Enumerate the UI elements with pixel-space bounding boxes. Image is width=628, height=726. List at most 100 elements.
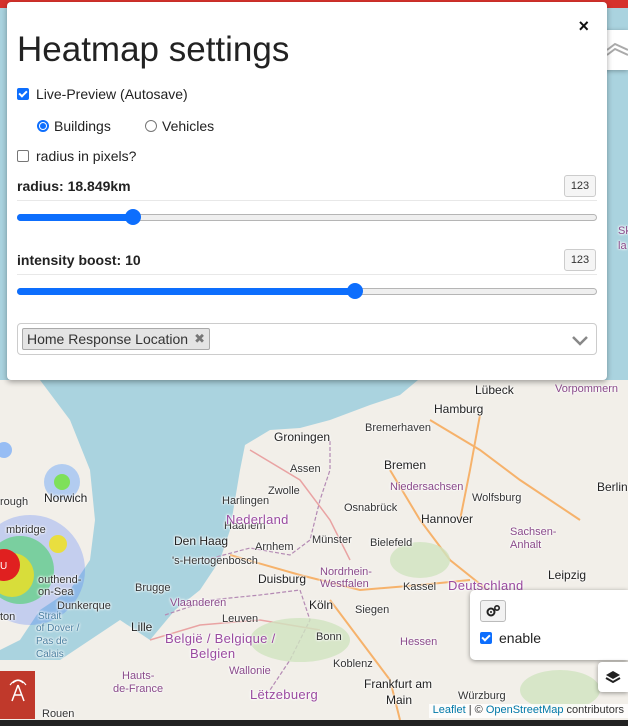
leaflet-link[interactable]: Leaflet	[433, 704, 466, 716]
map-label: Groningen	[274, 430, 331, 444]
layers-button[interactable]	[598, 662, 628, 692]
map-label: Assen	[290, 463, 321, 475]
map-label: Nederland	[226, 512, 289, 527]
radius-pixels-checkbox[interactable]	[17, 150, 29, 162]
live-preview-label: Live-Preview (Autosave)	[36, 86, 188, 102]
map-label: Leuven	[222, 613, 259, 625]
map-label: Frankfurt am	[364, 677, 433, 691]
intensity-label: intensity boost: 10	[17, 252, 141, 268]
attribution-suffix: contributors	[563, 704, 624, 716]
map-label: Kassel	[403, 581, 437, 593]
map-label: Skå	[618, 225, 628, 237]
map-label: 's-Hertogenbosch	[172, 555, 258, 567]
map-label: Köln	[309, 598, 334, 612]
map-label: Anhalt	[510, 539, 542, 551]
map-label: Siegen	[355, 604, 390, 616]
slider-fill	[17, 214, 133, 221]
tag-label: Home Response Location	[27, 331, 189, 347]
fire-station-logo[interactable]	[0, 671, 35, 719]
map-label: Strait	[38, 611, 62, 622]
map-label: la	[618, 240, 627, 252]
vehicles-radio[interactable]	[145, 120, 157, 132]
map-label: Den Haag	[174, 534, 229, 548]
map-label: Arnhem	[255, 541, 294, 553]
map-label: Duisburg	[258, 572, 307, 586]
map-label: België / Belgique /	[165, 631, 276, 646]
live-preview-row[interactable]: Live-Preview (Autosave)	[17, 86, 188, 102]
close-button[interactable]: ×	[578, 17, 589, 35]
map-label: Hannover	[421, 512, 474, 526]
radius-slider[interactable]	[17, 209, 597, 225]
map-attribution: Leaflet | © OpenStreetMap contributors	[428, 704, 628, 718]
enable-row[interactable]: enable	[480, 630, 541, 646]
map-label: Bielefeld	[370, 537, 413, 549]
map-label: Westfalen	[320, 578, 369, 590]
radius-pixels-label: radius in pixels?	[36, 148, 137, 164]
map-label: Belgien	[190, 646, 236, 661]
slider-thumb[interactable]	[125, 209, 141, 225]
source-option-vehicles[interactable]: Vehicles	[145, 118, 214, 134]
source-option-buildings[interactable]: Buildings	[37, 118, 111, 134]
map-label: mbridge	[6, 524, 46, 536]
map-label: ton	[0, 611, 16, 623]
map-label: Sachsen-	[510, 526, 557, 538]
map-label: Pas de	[36, 636, 68, 647]
map-label: Wolfsburg	[472, 492, 522, 504]
vehicles-label: Vehicles	[162, 118, 215, 134]
radius-pixels-row[interactable]: radius in pixels?	[17, 148, 136, 164]
enable-label: enable	[499, 630, 542, 646]
map-label: Hessen	[400, 636, 438, 648]
map-label: Vorpommern	[555, 383, 618, 395]
map-label: Harlingen	[222, 495, 270, 507]
gears-icon	[486, 604, 501, 617]
slider-fill	[17, 288, 355, 295]
map-label: Vlaanderen	[170, 597, 227, 609]
map-label: Brugge	[135, 582, 171, 594]
map-label: Bremerhaven	[365, 422, 432, 434]
response-location-select[interactable]: Home Response Location ✖	[17, 323, 597, 355]
heatmap-settings-modal: Heatmap settings × Live-Preview (Autosav…	[7, 2, 607, 380]
map-label: Hauts-	[122, 670, 155, 682]
map-label: de-France	[113, 683, 164, 695]
map-label: Münster	[312, 534, 352, 546]
layers-icon	[605, 671, 621, 684]
map-label: Lille	[131, 620, 153, 634]
divider-intensity	[17, 274, 597, 275]
enable-checkbox[interactable]	[480, 632, 492, 644]
intensity-number-toggle-button[interactable]: 123	[564, 249, 596, 271]
bottom-bar	[0, 720, 628, 726]
map-label: Dunkerque	[57, 600, 111, 612]
osm-link[interactable]: OpenStreetMap	[486, 704, 564, 716]
heat-core-norwich	[54, 474, 70, 490]
slider-thumb[interactable]	[346, 283, 363, 299]
live-preview-checkbox[interactable]	[17, 88, 29, 100]
map-label: of Dover /	[36, 623, 80, 634]
buildings-radio[interactable]	[37, 120, 49, 132]
map-label: Berlin	[597, 480, 628, 494]
map-label: Wallonie	[229, 665, 271, 677]
map-label: Calais	[36, 649, 64, 660]
heat-cluster-label: U	[0, 561, 7, 572]
attribution-separator: | ©	[465, 704, 486, 716]
heat-blob-colchester	[49, 535, 67, 553]
heatmap-settings-button[interactable]	[480, 600, 506, 622]
map-label: on-Sea	[38, 586, 74, 598]
radius-label: radius: 18.849km	[17, 178, 131, 194]
divider-radius	[17, 200, 597, 201]
map-label: outhend-	[38, 574, 82, 586]
map-label: Main	[386, 693, 413, 707]
map-label: Norwich	[44, 491, 88, 505]
map-label: Lëtzebuerg	[250, 687, 319, 702]
buildings-label: Buildings	[54, 118, 111, 134]
map-label: Lübeck	[475, 383, 514, 397]
map-label: Bremen	[384, 458, 427, 472]
selected-tag: Home Response Location ✖	[22, 328, 211, 350]
map-label: Leipzig	[548, 568, 587, 582]
radius-number-toggle-button[interactable]: 123	[564, 175, 596, 197]
chevron-down-icon[interactable]	[570, 330, 590, 350]
map-label: Rouen	[42, 708, 75, 720]
intensity-slider[interactable]	[17, 283, 597, 299]
tag-remove-icon[interactable]: ✖	[194, 331, 205, 347]
radio-tower-icon	[9, 679, 26, 702]
map-label: Bonn	[316, 631, 342, 643]
